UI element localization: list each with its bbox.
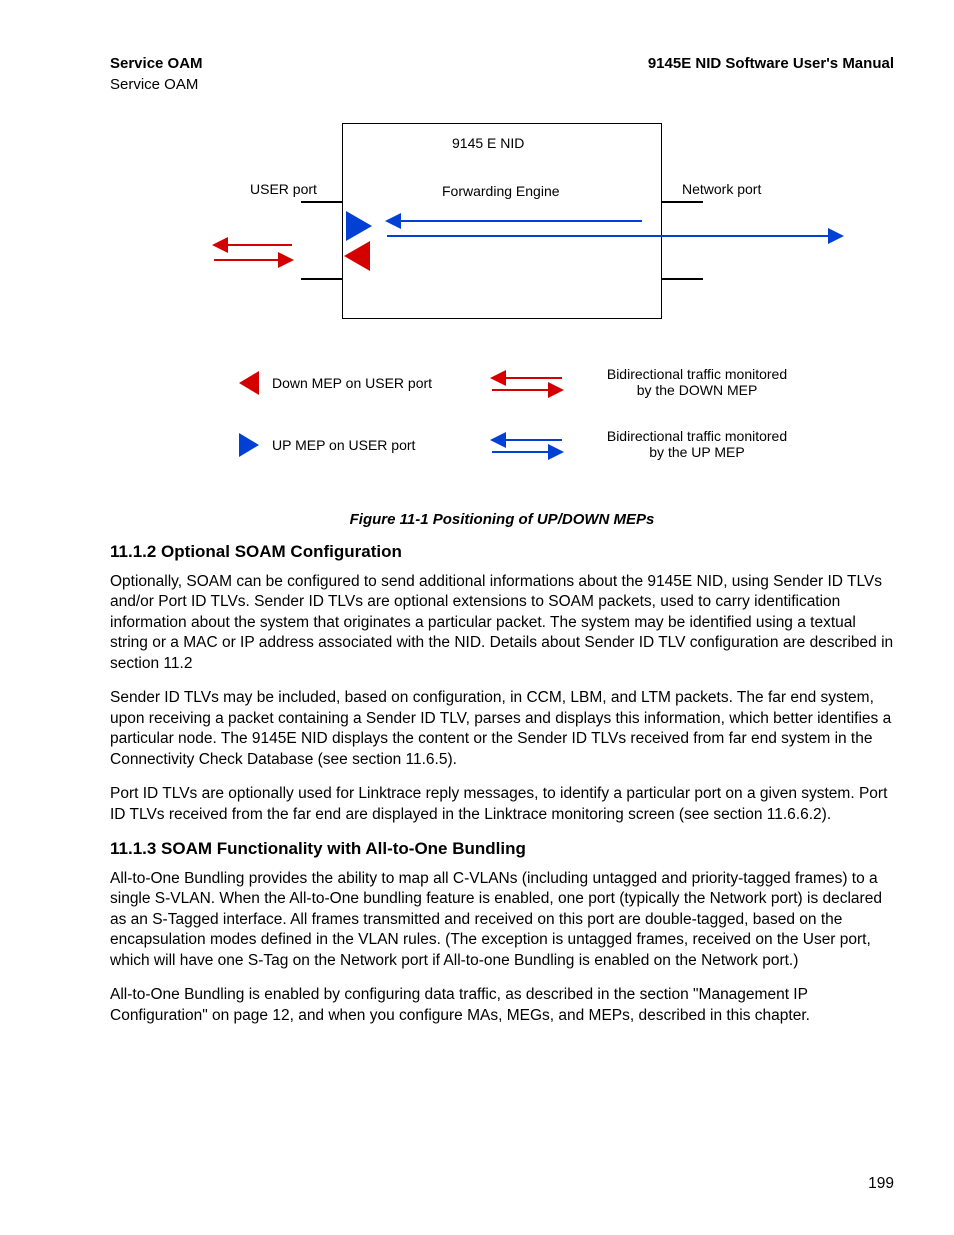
section-11-1-2-p1: Optionally, SOAM can be configured to se…	[110, 572, 894, 674]
page: Service OAM 9145E NID Software User's Ma…	[0, 0, 954, 1235]
header-right: 9145E NID Software User's Manual	[648, 55, 894, 72]
legend-up-mep-triangle-icon	[239, 433, 259, 457]
section-11-1-2-p3: Port ID TLVs are optionally used for Lin…	[110, 784, 894, 825]
section-11-1-2-heading: 11.1.2 Optional SOAM Configuration	[110, 542, 894, 562]
legend-bidir-up-l1: Bidirectional traffic monitored	[607, 428, 787, 444]
legend-down-mep-triangle-icon	[239, 371, 259, 395]
legend-bidir-down-l1: Bidirectional traffic monitored	[607, 366, 787, 382]
legend-up-mep-label: UP MEP on USER port	[272, 437, 415, 453]
up-mep-triangle-icon	[346, 211, 372, 241]
legend-bidir-up: Bidirectional traffic monitored by the U…	[587, 428, 807, 460]
legend-bidir-down: Bidirectional traffic monitored by the D…	[587, 366, 807, 398]
figure-caption: Figure 11-1 Positioning of UP/DOWN MEPs	[110, 511, 894, 528]
legend-down-mep-label: Down MEP on USER port	[272, 375, 432, 391]
page-header: Service OAM 9145E NID Software User's Ma…	[110, 55, 894, 72]
page-number: 199	[868, 1175, 894, 1193]
mep-diagram: 9145 E NID Forwarding Engine USER port N…	[122, 123, 882, 493]
section-11-1-3-p1: All-to-One Bundling provides the ability…	[110, 869, 894, 971]
legend-bidir-up-l2: by the UP MEP	[649, 444, 744, 460]
section-11-1-3-heading: 11.1.3 SOAM Functionality with All-to-On…	[110, 839, 894, 859]
down-mep-triangle-icon	[344, 241, 370, 271]
section-11-1-3-p2: All-to-One Bundling is enabled by config…	[110, 985, 894, 1026]
section-11-1-2-p2: Sender ID TLVs may be included, based on…	[110, 688, 894, 770]
header-sub-left: Service OAM	[110, 76, 894, 93]
legend-bidir-down-l2: by the DOWN MEP	[637, 382, 758, 398]
header-left: Service OAM	[110, 55, 203, 72]
